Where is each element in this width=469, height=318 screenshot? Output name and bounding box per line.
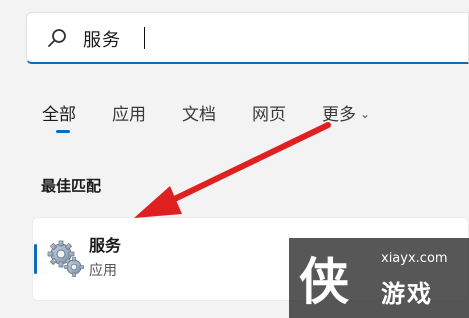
tab-web[interactable]: 网页	[252, 100, 286, 125]
tab-apps[interactable]: 应用	[112, 100, 146, 125]
chevron-down-icon: ⌄	[360, 107, 371, 121]
search-icon	[48, 29, 66, 47]
tab-label: 更多	[322, 105, 356, 125]
tab-label: 网页	[252, 105, 286, 125]
site-watermark: 侠 xiayx.com 游戏	[289, 238, 469, 318]
tab-all[interactable]: 全部	[42, 100, 76, 133]
search-query: 服务	[83, 30, 121, 51]
tab-label: 全部	[42, 105, 76, 125]
watermark-url: xiayx.com	[381, 251, 448, 266]
best-match-heading: 最佳匹配	[41, 177, 102, 195]
tab-label: 应用	[112, 105, 146, 125]
watermark-name: 游戏	[381, 280, 433, 308]
search-panel: 服务 全部 应用 文档 网页 更多 ⌄ 最佳匹配 服务 应用 侠 xiayx.c…	[0, 0, 469, 318]
selection-accent	[34, 244, 37, 274]
tab-documents[interactable]: 文档	[182, 100, 216, 125]
search-input[interactable]: 服务	[26, 12, 469, 64]
active-tab-indicator	[56, 130, 70, 133]
result-name: 服务	[89, 236, 122, 255]
text-caret	[144, 27, 145, 49]
services-gear-icon	[47, 240, 84, 277]
tab-label: 文档	[182, 105, 216, 125]
result-type: 应用	[89, 263, 117, 279]
watermark-logo: 侠	[299, 253, 349, 311]
tab-more[interactable]: 更多 ⌄	[322, 100, 370, 125]
